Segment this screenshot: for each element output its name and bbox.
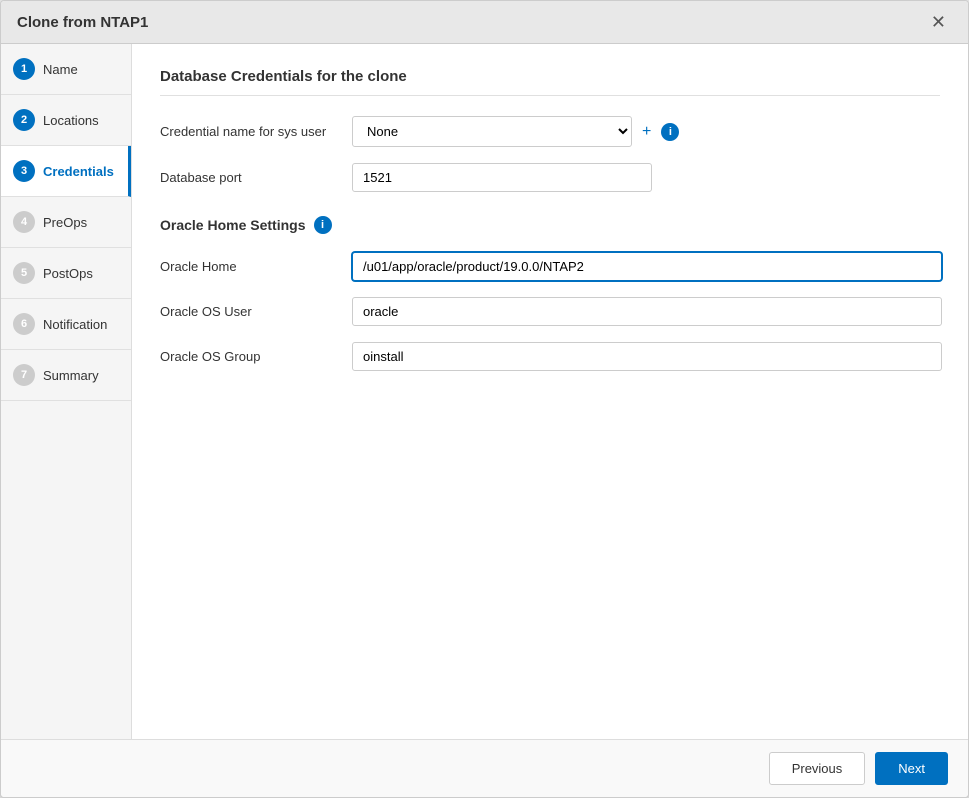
sidebar: 1 Name 2 Locations 3 Credentials 4 PreOp… [1, 44, 132, 739]
sidebar-item-preops[interactable]: 4 PreOps [1, 197, 131, 248]
add-credential-button[interactable]: + [640, 121, 653, 143]
sidebar-label-notification: Notification [43, 317, 107, 332]
port-row: Database port [160, 163, 940, 192]
modal-title: Clone from NTAP1 [17, 14, 148, 31]
sidebar-label-summary: Summary [43, 368, 99, 383]
modal-header: Clone from NTAP1 ✕ [1, 1, 968, 44]
credential-row: Credential name for sys user None + i [160, 116, 940, 147]
modal-body: 1 Name 2 Locations 3 Credentials 4 PreOp… [1, 44, 968, 739]
previous-button[interactable]: Previous [769, 752, 866, 785]
oracle-os-group-label: Oracle OS Group [160, 349, 340, 364]
step-badge-2: 2 [13, 109, 35, 131]
sidebar-label-credentials: Credentials [43, 164, 114, 179]
oracle-os-user-wrap [352, 297, 942, 326]
sidebar-item-credentials[interactable]: 3 Credentials [1, 146, 131, 197]
oracle-home-label: Oracle Home [160, 259, 340, 274]
oracle-os-user-input[interactable] [352, 297, 942, 326]
sidebar-label-locations: Locations [43, 113, 99, 128]
step-badge-6: 6 [13, 313, 35, 335]
oracle-os-group-row: Oracle OS Group [160, 342, 940, 371]
port-control-wrap [352, 163, 940, 192]
credential-select[interactable]: None [352, 116, 632, 147]
step-badge-4: 4 [13, 211, 35, 233]
oracle-home-input[interactable] [352, 252, 942, 281]
close-button[interactable]: ✕ [925, 11, 952, 33]
main-content: Database Credentials for the clone Crede… [132, 44, 968, 739]
oracle-home-row: Oracle Home [160, 252, 940, 281]
oracle-os-group-wrap [352, 342, 942, 371]
oracle-os-group-input[interactable] [352, 342, 942, 371]
next-button[interactable]: Next [875, 752, 948, 785]
step-badge-5: 5 [13, 262, 35, 284]
sidebar-label-preops: PreOps [43, 215, 87, 230]
sidebar-item-notification[interactable]: 6 Notification [1, 299, 131, 350]
sidebar-label-postops: PostOps [43, 266, 93, 281]
credential-info-icon: i [661, 123, 679, 141]
sidebar-item-postops[interactable]: 5 PostOps [1, 248, 131, 299]
step-badge-3: 3 [13, 160, 35, 182]
oracle-home-wrap [352, 252, 942, 281]
credential-control-wrap: None + i [352, 116, 940, 147]
section-title: Database Credentials for the clone [160, 68, 940, 96]
sidebar-label-name: Name [43, 62, 78, 77]
oracle-os-user-row: Oracle OS User [160, 297, 940, 326]
modal-footer: Previous Next [1, 739, 968, 797]
sidebar-item-summary[interactable]: 7 Summary [1, 350, 131, 401]
clone-modal: Clone from NTAP1 ✕ 1 Name 2 Locations 3 … [0, 0, 969, 798]
step-badge-7: 7 [13, 364, 35, 386]
sidebar-item-locations[interactable]: 2 Locations [1, 95, 131, 146]
step-badge-1: 1 [13, 58, 35, 80]
port-label: Database port [160, 170, 340, 185]
oracle-info-icon: i [314, 216, 332, 234]
oracle-os-user-label: Oracle OS User [160, 304, 340, 319]
port-input[interactable] [352, 163, 652, 192]
sidebar-item-name[interactable]: 1 Name [1, 44, 131, 95]
oracle-section-title: Oracle Home Settings i [160, 216, 940, 234]
credential-label: Credential name for sys user [160, 124, 340, 139]
